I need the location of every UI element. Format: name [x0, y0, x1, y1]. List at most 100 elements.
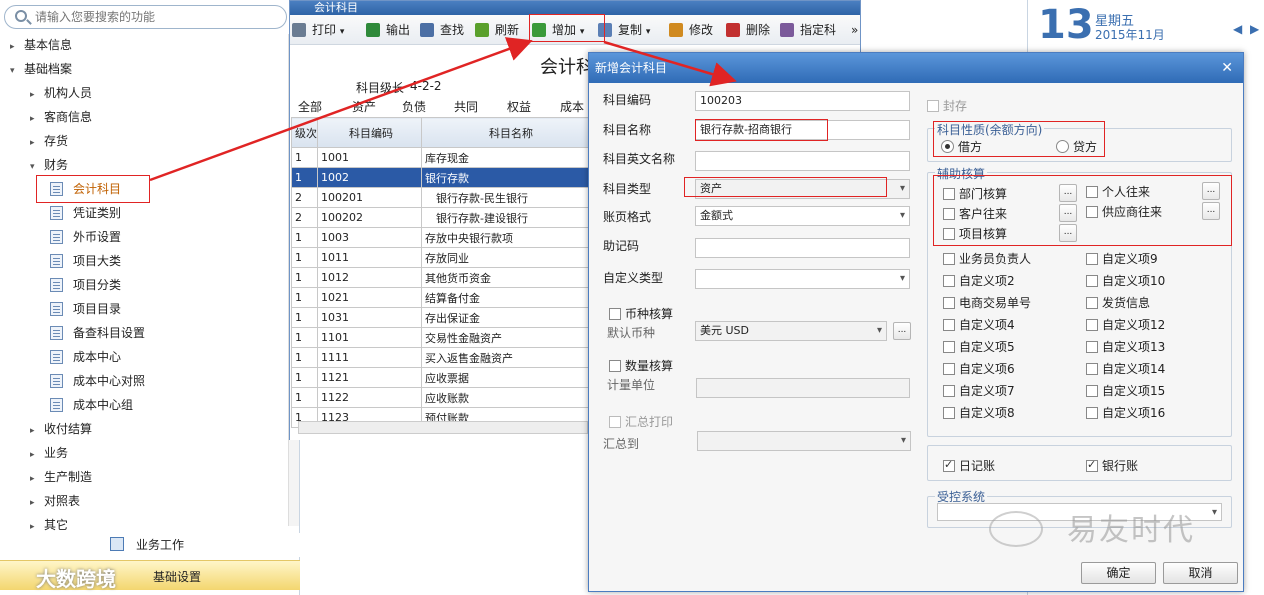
- nav-item-0[interactable]: ▸ 基本信息: [10, 34, 72, 56]
- aux-more-checkbox[interactable]: [943, 341, 955, 353]
- close-icon[interactable]: ✕: [1221, 59, 1233, 77]
- aux-more-checkbox[interactable]: [943, 253, 955, 265]
- search-box[interactable]: [4, 5, 287, 29]
- print-button[interactable]: 打印 ▾: [292, 20, 344, 40]
- table-row[interactable]: 1 1121 应收票据: [291, 367, 598, 388]
- grid-hscrollbar[interactable]: [298, 421, 588, 434]
- table-row[interactable]: 2 100202 银行存款-建设银行: [291, 207, 598, 228]
- dropdown-icon[interactable]: ▾: [340, 27, 345, 37]
- aux-more-checkbox[interactable]: [943, 319, 955, 331]
- aux-more-check-1[interactable]: 自定义项9: [1086, 250, 1158, 267]
- aux-more-check-7[interactable]: 自定义项12: [1086, 316, 1165, 333]
- aux-more-checkbox[interactable]: [943, 385, 955, 397]
- mnemonic-field[interactable]: [695, 238, 910, 258]
- export-button[interactable]: 输出: [366, 20, 410, 40]
- aux-more-check-4[interactable]: 电商交易单号: [943, 294, 1031, 311]
- nav-item-10[interactable]: 项目分类: [50, 274, 121, 296]
- summary-print-check[interactable]: 汇总打印: [609, 413, 673, 430]
- expand-right-icon[interactable]: ▸: [30, 108, 44, 130]
- expand-right-icon[interactable]: ▸: [30, 468, 44, 490]
- nav-item-1[interactable]: ▾ 基础档案: [10, 58, 72, 80]
- currency-check[interactable]: 币种核算: [609, 305, 673, 322]
- aux-more-check-3[interactable]: 自定义项10: [1086, 272, 1165, 289]
- aux-more-checkbox[interactable]: [1086, 363, 1098, 375]
- table-row[interactable]: 1 1011 存放同业: [291, 247, 598, 268]
- aux-more-check-15[interactable]: 自定义项16: [1086, 404, 1165, 421]
- nav-item-5[interactable]: ▾ 财务: [30, 154, 68, 176]
- tab-2[interactable]: 负债: [402, 98, 426, 116]
- ok-button[interactable]: 确定: [1081, 562, 1156, 584]
- cancel-button[interactable]: 取消: [1163, 562, 1238, 584]
- nav-item-4[interactable]: ▸ 存货: [30, 130, 68, 152]
- aux-more-checkbox[interactable]: [1086, 275, 1098, 287]
- bank-checkbox[interactable]: [1086, 458, 1098, 472]
- currency-select[interactable]: 美元 USD: [695, 321, 887, 341]
- aux-more-check-0[interactable]: 业务员负责人: [943, 250, 1031, 267]
- delete-button[interactable]: 删除: [726, 20, 770, 40]
- aux-more-check-8[interactable]: 自定义项5: [943, 338, 1015, 355]
- unit-field[interactable]: [696, 378, 910, 398]
- quantity-checkbox[interactable]: [609, 360, 621, 372]
- table-row[interactable]: 1 1031 存出保证金: [291, 307, 598, 328]
- expand-right-icon[interactable]: ▸: [30, 84, 44, 106]
- nav-item-13[interactable]: 成本中心: [50, 346, 121, 368]
- table-row[interactable]: 1 1001 库存现金: [291, 147, 598, 168]
- nav-item-19[interactable]: ▸ 对照表: [30, 490, 80, 512]
- currency-ellipsis-button[interactable]: ...: [893, 322, 911, 340]
- expand-down-icon[interactable]: ▾: [10, 60, 24, 82]
- tab-1[interactable]: 资产: [352, 98, 376, 116]
- nav-item-17[interactable]: ▸ 业务: [30, 442, 68, 464]
- nav-item-12[interactable]: 备查科目设置: [50, 322, 145, 344]
- quantity-check[interactable]: 数量核算: [609, 357, 673, 374]
- journal-checkbox[interactable]: [943, 458, 955, 472]
- nav-item-7[interactable]: 凭证类别: [50, 202, 121, 224]
- table-row[interactable]: 2 100201 银行存款-民生银行: [291, 187, 598, 208]
- search-input[interactable]: [35, 9, 275, 25]
- aux-more-check-12[interactable]: 自定义项7: [943, 382, 1015, 399]
- refresh-button[interactable]: 刷新: [475, 20, 519, 40]
- edit-button[interactable]: 修改: [669, 20, 713, 40]
- expand-right-icon[interactable]: ▸: [10, 36, 24, 58]
- aux-more-check-2[interactable]: 自定义项2: [943, 272, 1015, 289]
- tab-3[interactable]: 共同: [454, 98, 478, 116]
- nav-item-3[interactable]: ▸ 客商信息: [30, 106, 92, 128]
- copy-button[interactable]: 复制 ▾: [598, 20, 650, 40]
- seal-check[interactable]: 封存: [927, 97, 967, 114]
- aux-more-checkbox[interactable]: [1086, 341, 1098, 353]
- nav-item-15[interactable]: 成本中心组: [50, 394, 133, 416]
- expand-right-icon[interactable]: ▸: [30, 444, 44, 466]
- nav-item-2[interactable]: ▸ 机构人员: [30, 82, 92, 104]
- tab-0[interactable]: 全部: [298, 98, 322, 116]
- column-header[interactable]: 科目名称: [421, 117, 598, 148]
- dropdown-icon[interactable]: ▾: [646, 27, 651, 37]
- bank-check[interactable]: 银行账: [1086, 457, 1138, 474]
- nav-item-14[interactable]: 成本中心对照: [50, 370, 145, 392]
- tab-4[interactable]: 权益: [507, 98, 531, 116]
- nav-business-work[interactable]: 业务工作: [0, 533, 300, 557]
- column-header[interactable]: 级次: [291, 117, 318, 148]
- aux-more-check-9[interactable]: 自定义项13: [1086, 338, 1165, 355]
- journal-check[interactable]: 日记账: [943, 457, 995, 474]
- summary-to-select[interactable]: [697, 431, 911, 451]
- aux-more-check-14[interactable]: 自定义项8: [943, 404, 1015, 421]
- currency-checkbox[interactable]: [609, 308, 621, 320]
- aux-more-check-10[interactable]: 自定义项6: [943, 360, 1015, 377]
- nav-item-11[interactable]: 项目目录: [50, 298, 121, 320]
- table-row[interactable]: 1 1021 结算备付金: [291, 287, 598, 308]
- aux-more-checkbox[interactable]: [943, 407, 955, 419]
- aux-more-checkbox[interactable]: [1086, 253, 1098, 265]
- nav-basic-settings[interactable]: 大数跨境 基础设置: [0, 560, 300, 591]
- assign-button[interactable]: 指定科: [780, 20, 836, 40]
- aux-more-checkbox[interactable]: [1086, 319, 1098, 331]
- expand-right-icon[interactable]: ▸: [30, 132, 44, 154]
- aux-more-check-5[interactable]: 发货信息: [1086, 294, 1150, 311]
- seal-checkbox[interactable]: [927, 100, 939, 112]
- toolbar-more-icon[interactable]: »: [851, 20, 858, 40]
- tab-5[interactable]: 成本: [560, 98, 584, 116]
- table-row[interactable]: 1 1101 交易性金融资产: [291, 327, 598, 348]
- page-format-select[interactable]: 金额式: [695, 206, 910, 226]
- aux-more-check-11[interactable]: 自定义项14: [1086, 360, 1165, 377]
- aux-more-checkbox[interactable]: [943, 363, 955, 375]
- calendar-next-icon[interactable]: ▶: [1250, 22, 1259, 36]
- table-row[interactable]: 1 1111 买入返售金融资产: [291, 347, 598, 368]
